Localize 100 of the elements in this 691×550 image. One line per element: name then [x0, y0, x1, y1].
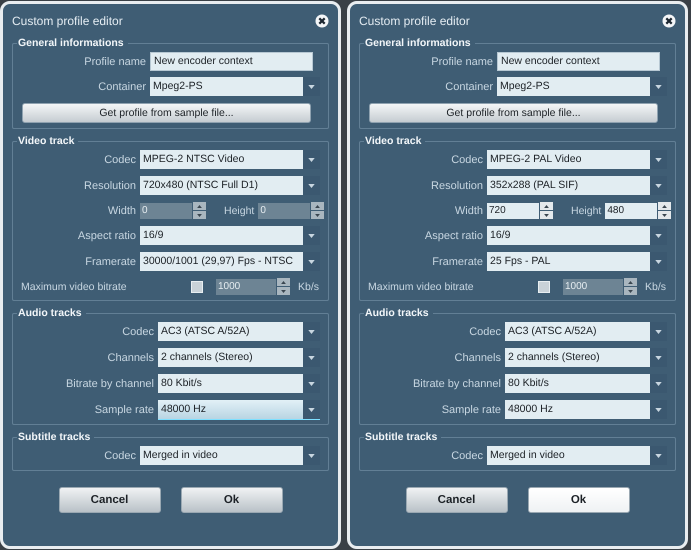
dropdown[interactable]: 25 Fps - PAL — [487, 252, 667, 271]
dropdown-arrow-icon — [308, 260, 315, 264]
unit-label: Kb/s — [644, 280, 666, 292]
dropdown-arrow-icon — [655, 234, 662, 238]
dialog-button[interactable]: Ok — [528, 487, 630, 513]
dropdown[interactable]: MPEG-2 NTSC Video — [140, 150, 320, 169]
dropdown[interactable]: 80 Kbit/s — [158, 374, 320, 393]
dropdown[interactable]: MPEG-2 PAL Video — [487, 150, 667, 169]
window-title: Custom profile editor — [12, 14, 123, 28]
dialog-button[interactable]: Cancel — [58, 487, 160, 513]
dropdown-arrow-icon — [308, 184, 315, 188]
dropdown[interactable]: Mpeg2-PS — [150, 77, 320, 96]
close-icon[interactable] — [662, 14, 676, 28]
dialog-button[interactable]: Cancel — [406, 487, 508, 513]
down-arrow-icon — [544, 214, 549, 216]
dropdown-arrow-icon — [655, 184, 662, 188]
field-label: Aspect ratio — [76, 230, 136, 242]
spin-down-button[interactable] — [276, 287, 290, 295]
field-label: Framerate — [84, 256, 136, 268]
field-label: Channels — [454, 352, 501, 364]
field-label: Codec — [468, 326, 501, 338]
spin-down-button[interactable] — [311, 211, 324, 219]
field-label: Resolution — [430, 180, 483, 192]
dropdown-arrow-icon — [655, 454, 662, 458]
spin-down-button[interactable] — [193, 211, 206, 219]
spin-up-button[interactable] — [276, 278, 290, 286]
field-label: Codec — [450, 450, 483, 462]
up-arrow-icon — [662, 204, 668, 208]
up-arrow-icon — [628, 280, 633, 284]
dropdown-arrow-icon — [655, 330, 662, 334]
dropdown-arrow-icon — [308, 356, 315, 360]
spin-up-button[interactable] — [658, 202, 672, 210]
sample-file-button[interactable]: Get profile from sample file... — [369, 103, 658, 123]
unit-label: Kb/s — [298, 280, 319, 292]
up-arrow-icon — [544, 204, 549, 208]
field-label: Codec — [450, 154, 483, 166]
dropdown[interactable]: Mpeg2-PS — [497, 77, 667, 96]
dropdown-arrow-icon — [655, 84, 662, 88]
spin-up-button[interactable] — [624, 278, 637, 286]
down-arrow-icon — [197, 214, 202, 216]
dropdown[interactable]: 16/9 — [140, 226, 320, 245]
field-label: Bitrate by channel — [412, 378, 501, 390]
sample-file-button[interactable]: Get profile from sample file... — [22, 103, 311, 123]
dropdown[interactable]: Merged in video — [140, 446, 320, 465]
spin-down-button[interactable] — [624, 287, 637, 295]
dropdown-arrow-icon — [655, 356, 662, 360]
field-label: Width — [106, 204, 136, 216]
dropdown-arrow-icon — [308, 408, 315, 412]
section-title: General informations — [364, 37, 472, 49]
up-arrow-icon — [315, 204, 320, 208]
dropdown-arrow-icon — [308, 158, 315, 162]
dropdown-arrow-icon — [308, 84, 315, 88]
dropdown[interactable]: AC3 (ATSC A/52A) — [505, 322, 667, 341]
field-label: Height — [224, 204, 254, 216]
down-arrow-icon — [662, 214, 668, 216]
text-field[interactable]: New encoder context — [150, 52, 313, 71]
spin-up-button[interactable] — [193, 202, 206, 210]
up-arrow-icon — [197, 204, 202, 208]
field-label: Channels — [106, 352, 154, 364]
field-label: Maximum video bitrate — [368, 280, 475, 292]
section-title: Audio tracks — [364, 307, 430, 319]
field-label: Profile name — [430, 56, 493, 68]
dropdown-arrow-icon — [308, 382, 315, 386]
dropdown-arrow-icon — [655, 260, 662, 264]
dropdown[interactable]: 720x480 (NTSC Full D1) — [140, 176, 320, 195]
spin-up-button[interactable] — [311, 202, 324, 210]
dropdown-arrow-icon — [655, 382, 662, 386]
field-label: Codec — [103, 450, 136, 462]
window-title: Custom profile editor — [359, 14, 470, 28]
dropdown[interactable]: Merged in video — [487, 446, 667, 465]
field-label: Container — [444, 80, 493, 92]
down-arrow-icon — [628, 290, 633, 292]
spin-up-button[interactable] — [540, 202, 553, 210]
spin-down-button[interactable] — [658, 211, 672, 219]
dropdown[interactable]: 16/9 — [487, 226, 667, 245]
dropdown[interactable]: 30000/1001 (29,97) Fps - NTSC — [140, 252, 320, 271]
field-label: Aspect ratio — [424, 230, 483, 242]
field-label: Sample rate — [440, 404, 501, 416]
dropdown-arrow-icon — [655, 408, 662, 412]
field-label: Maximum video bitrate — [21, 280, 128, 292]
down-arrow-icon — [280, 290, 286, 292]
dropdown[interactable]: 352x288 (PAL SIF) — [487, 176, 667, 195]
field-label: Sample rate — [94, 404, 154, 416]
spin-down-button[interactable] — [540, 211, 553, 219]
number-field[interactable]: 480 — [605, 202, 658, 218]
dropdown[interactable]: 2 channels (Stereo) — [505, 348, 667, 367]
text-field[interactable]: New encoder context — [497, 52, 660, 71]
dropdown-arrow-icon — [308, 330, 315, 334]
close-icon[interactable] — [315, 14, 329, 28]
section-title: Subtitle tracks — [364, 431, 438, 443]
dropdown[interactable]: 2 channels (Stereo) — [158, 348, 320, 367]
dialog-button[interactable]: Ok — [180, 487, 282, 513]
dropdown[interactable]: 48000 Hz — [158, 400, 320, 419]
number-field[interactable]: 720 — [487, 202, 539, 218]
down-arrow-icon — [315, 214, 320, 216]
dropdown[interactable]: 48000 Hz — [505, 400, 667, 419]
dropdown[interactable]: 80 Kbit/s — [505, 374, 667, 393]
dropdown[interactable]: AC3 (ATSC A/52A) — [158, 322, 320, 341]
section-title: Video track — [17, 135, 76, 147]
field-label: Codec — [103, 154, 136, 166]
